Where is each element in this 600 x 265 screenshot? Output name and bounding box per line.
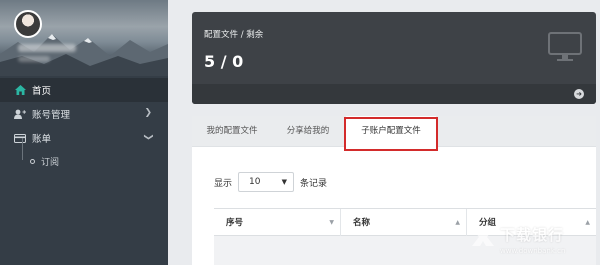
sidebar-item-label: 账单 [32,134,52,145]
length-prefix: 显示 [214,178,233,189]
column-header-index[interactable]: 序号 ▼ [214,209,340,237]
tab-my-profiles[interactable]: 我的配置文件 [192,116,272,147]
credit-card-icon [14,133,26,143]
tab-shared-with-me[interactable]: 分享给我的 [272,116,344,147]
card-footer[interactable]: ➜ [192,84,596,104]
page-length-value: 10 [249,177,261,187]
tree-line [22,138,23,160]
avatar[interactable] [14,10,42,38]
page-length-select[interactable]: 10 ▼ [238,172,295,192]
sidebar-item-home[interactable]: 首页 [0,78,168,102]
arrow-circle-right-icon[interactable]: ➜ [574,89,584,99]
column-header-label: 序号 [226,218,244,228]
home-icon [14,85,26,95]
sidebar-nav: 首页 账号管理 ❯ 账单 ❯ 订阅 [0,78,168,172]
sidebar-profile-header [0,0,168,76]
sidebar-item-label: 账号管理 [32,110,71,121]
sidebar-item-account-management[interactable]: 账号管理 ❯ [0,102,168,126]
column-header-label: 名称 [353,218,371,228]
card-title: 配置文件 / 剩余 [204,30,264,40]
sort-icon: ▲ [455,219,460,226]
caret-down-icon: ▼ [281,178,288,186]
column-header-name[interactable]: 名称 ▲ [340,209,466,237]
username-blurred [18,44,76,52]
chevron-right-icon: ❯ [144,108,152,118]
watermark-url: www.downbank.cn [500,247,566,255]
sort-desc-icon: ▼ [329,219,334,226]
user-plus-icon [14,109,26,119]
page-length-control: 显示 10 ▼ 条记录 [214,171,327,193]
circle-icon [30,158,35,164]
sidebar-item-label: 首页 [32,86,52,97]
monitor-icon [548,32,582,61]
highlight-box [344,117,438,151]
watermark: 下载银行 www.downbank.cn [470,222,598,262]
length-suffix: 条记录 [300,178,328,189]
sidebar-item-billing[interactable]: 账单 ❯ [0,126,168,150]
sidebar-subitem-subscription[interactable]: 订阅 [0,138,168,172]
user-subtitle-blurred [18,56,50,62]
sidebar: 首页 账号管理 ❯ 账单 ❯ 订阅 [0,0,168,265]
downbank-logo-icon [472,228,494,246]
card-value: 5 / 0 [204,52,244,71]
sidebar-subitem-label: 订阅 [41,157,60,168]
watermark-text: 下载银行 [500,226,565,244]
chevron-down-icon: ❯ [143,133,154,141]
profile-count-card: 配置文件 / 剩余 5 / 0 ➜ [192,12,596,104]
